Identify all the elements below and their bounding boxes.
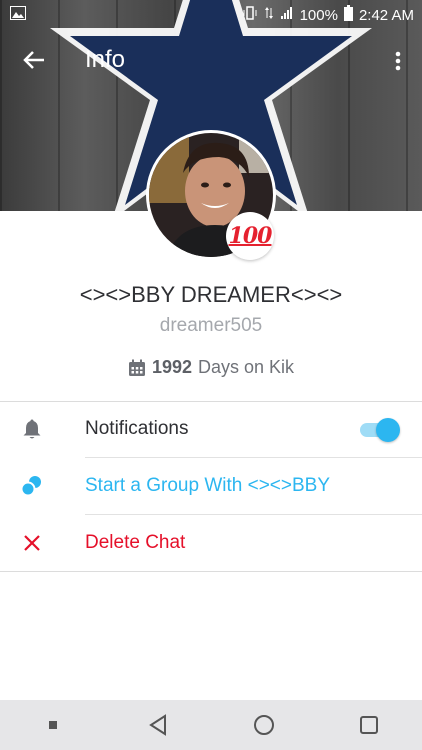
toggle-thumb [376,418,400,442]
more-options-button[interactable] [388,46,408,76]
home-circle-icon [253,715,274,735]
system-nav-bar [0,700,422,750]
nav-back-button[interactable] [138,705,178,745]
back-triangle-icon [149,714,167,736]
square-small-icon [48,721,57,729]
status-bar: 100% 2:42 AM [0,0,422,30]
calendar-icon [128,359,145,376]
notifications-row[interactable]: Notifications [0,401,422,458]
close-icon [20,531,44,555]
arrow-left-icon [23,51,44,69]
clock: 2:42 AM [358,6,414,24]
more-vertical-icon [395,51,401,71]
section-divider [0,571,422,572]
days-on-kik: 1992 Days on Kik [0,357,422,378]
group-icon [20,474,44,498]
badge-text: 100 [228,223,273,249]
battery-icon [343,5,353,25]
start-group-row[interactable]: Start a Group With <><>BBY [0,458,422,515]
start-group-label: Start a Group With <><>BBY [85,475,331,496]
app-bar: Info [0,36,422,86]
notifications-label: Notifications [85,418,189,439]
lte-icon [264,6,274,24]
nav-home-button[interactable] [244,705,284,745]
delete-chat-label: Delete Chat [85,532,186,553]
vibrate-icon [242,6,258,24]
bell-icon [20,417,44,441]
back-button[interactable] [18,44,50,76]
days-suffix: Days on Kik [198,357,295,377]
page-title: Info [85,46,126,73]
days-count: 1992 [151,357,192,377]
menu-button[interactable] [33,705,73,745]
display-name: <><>BBY DREAMER<><> [79,282,343,307]
badge-100-emoji: 100 [226,212,274,260]
delete-chat-row[interactable]: Delete Chat [0,515,422,572]
recents-square-icon [360,716,379,734]
nav-recents-button[interactable] [349,705,389,745]
username: dreamer505 [159,315,263,336]
image-icon [10,6,26,24]
notifications-toggle[interactable] [360,418,400,442]
signal-icon [280,6,294,24]
battery-percent: 100% [299,6,338,24]
